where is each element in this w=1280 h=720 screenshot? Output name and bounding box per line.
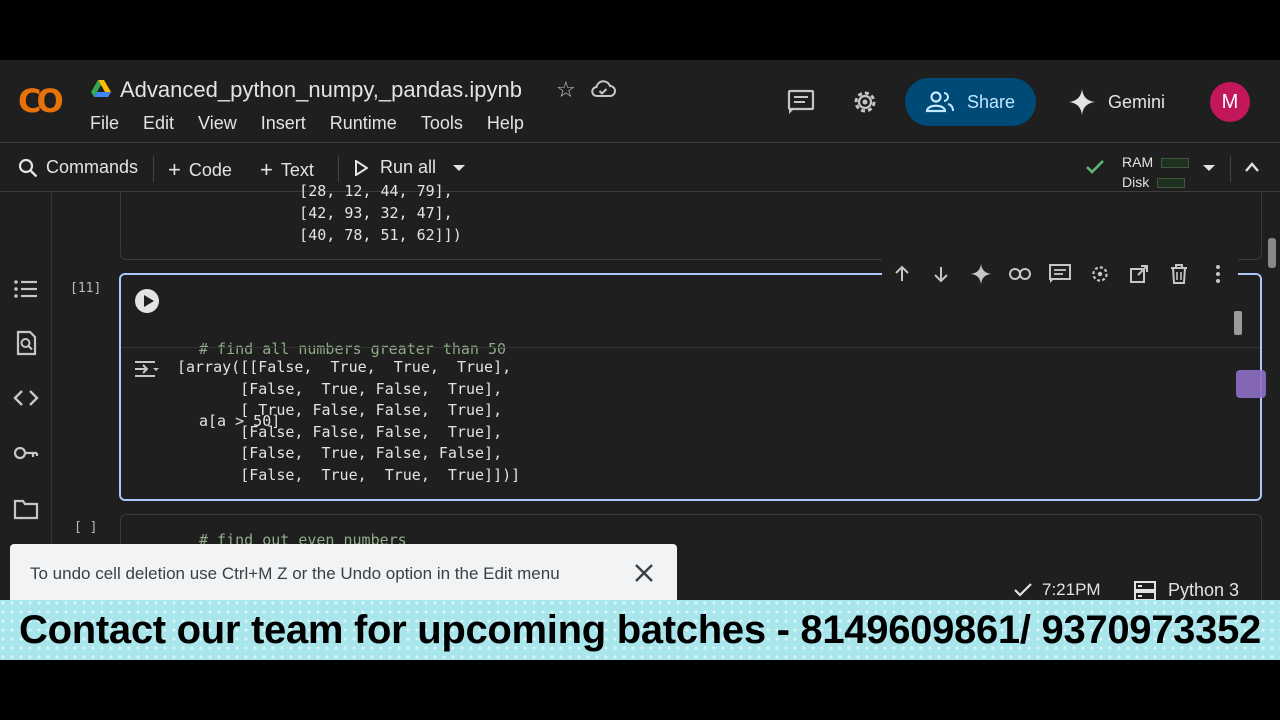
move-up-icon[interactable] (882, 254, 922, 294)
execution-count: [11] (70, 281, 102, 296)
menu-help[interactable]: Help (487, 113, 524, 134)
cell-settings-gear-icon[interactable] (1080, 254, 1120, 294)
run-cell-button[interactable] (135, 289, 159, 313)
left-sidebar (0, 192, 52, 600)
star-icon[interactable]: ☆ (556, 77, 576, 103)
menu-edit[interactable]: Edit (143, 113, 174, 134)
undo-snackbar: To undo cell deletion use Ctrl+M Z or th… (10, 544, 677, 600)
kernel-status[interactable]: Python 3 (1134, 580, 1239, 600)
menu-insert[interactable]: Insert (261, 113, 306, 134)
toolbar-divider (153, 156, 154, 182)
cell-output: [array([[False, True, True, True], [Fals… (177, 358, 521, 484)
toolbar-divider (1230, 156, 1231, 182)
editor-scrollbar[interactable] (1234, 311, 1242, 335)
open-in-tab-icon[interactable] (1119, 254, 1159, 294)
disk-meter (1157, 178, 1186, 189)
move-down-icon[interactable] (922, 254, 962, 294)
menu-bar: File Edit View Insert Runtime Tools Help (90, 113, 548, 134)
add-code-button[interactable]: + Code (168, 157, 232, 183)
page-scrollbar[interactable] (1268, 238, 1276, 268)
video-bottom-letterbox (0, 660, 1280, 720)
banner-text: Contact our team for upcoming batches - … (19, 607, 1261, 652)
plus-icon: + (168, 157, 181, 182)
menu-tools[interactable]: Tools (421, 113, 463, 134)
link-icon[interactable] (1001, 254, 1041, 294)
previous-output-text: [28, 12, 44, 79], [42, 93, 32, 47], [40,… (299, 182, 462, 244)
google-drive-icon (91, 80, 111, 97)
play-icon (355, 159, 368, 176)
run-all-label: Run all (380, 157, 437, 177)
secrets-key-icon[interactable] (13, 440, 39, 466)
gemini-button[interactable]: Gemini (1068, 88, 1165, 116)
output-divider (121, 347, 1260, 348)
commands-label: Commands (46, 157, 139, 177)
more-vert-icon[interactable] (1199, 254, 1239, 294)
files-folder-icon[interactable] (13, 496, 39, 522)
run-all-button[interactable]: Run all (354, 157, 436, 178)
code-cell-active[interactable]: # find all numbers greater than 50 a[a >… (119, 273, 1262, 501)
colab-logo-text: CO (18, 82, 64, 120)
ram-meter (1161, 158, 1190, 169)
gemini-cell-icon[interactable] (961, 254, 1001, 294)
share-button[interactable]: Share (905, 78, 1036, 126)
promo-banner: Contact our team for upcoming batches - … (0, 600, 1280, 660)
gemini-label: Gemini (1108, 91, 1166, 112)
code-snippets-icon[interactable] (13, 385, 39, 411)
search-icon (18, 158, 38, 177)
text-label: Text (280, 159, 314, 180)
video-top-letterbox (0, 0, 1280, 60)
account-avatar[interactable]: M (1210, 82, 1250, 122)
notebook-toolbar: Commands + Code + Text Run all RAM Disk (0, 142, 1280, 192)
menu-runtime[interactable]: Runtime (330, 113, 397, 134)
connected-check-icon (1086, 160, 1104, 174)
people-icon (925, 91, 954, 113)
close-icon[interactable] (632, 561, 656, 585)
server-icon (1134, 580, 1156, 600)
status-time-text: 7:21PM (1042, 580, 1101, 599)
execution-count-empty: [ ] (74, 520, 98, 535)
toolbar-divider (338, 156, 339, 182)
comment-icon[interactable] (1040, 254, 1080, 294)
kernel-label: Python 3 (1168, 580, 1240, 600)
floating-action-icon[interactable] (1236, 370, 1266, 398)
commands-button[interactable]: Commands (18, 157, 138, 178)
delete-trash-icon[interactable] (1159, 254, 1199, 294)
share-label: Share (967, 91, 1016, 112)
code-label: Code (188, 159, 232, 180)
menu-view[interactable]: View (198, 113, 237, 134)
gemini-sparkle-icon (1069, 89, 1095, 115)
menu-file[interactable]: File (90, 113, 119, 134)
colab-app: CO Advanced_python_numpy,_pandas.ipynb ☆… (0, 60, 1280, 600)
resource-monitor[interactable]: RAM Disk (1122, 152, 1190, 192)
disk-label: Disk (1122, 174, 1150, 190)
check-icon (1014, 583, 1032, 597)
run-all-dropdown-icon[interactable] (452, 164, 466, 172)
execution-status[interactable]: 7:21PM (1014, 580, 1101, 600)
snackbar-message: To undo cell deletion use Ctrl+M Z or th… (30, 564, 560, 583)
notebook-title[interactable]: Advanced_python_numpy,_pandas.ipynb (120, 77, 522, 103)
ram-label: RAM (1122, 154, 1154, 170)
colab-logo[interactable]: CO (18, 82, 64, 120)
cloud-saved-icon[interactable] (590, 79, 616, 99)
chevron-up-icon[interactable] (1244, 161, 1260, 173)
settings-gear-icon[interactable] (850, 87, 880, 117)
table-of-contents-icon[interactable] (13, 276, 39, 302)
find-in-notebook-icon[interactable] (13, 330, 39, 356)
output-actions-icon[interactable] (133, 359, 161, 379)
comments-icon[interactable] (786, 87, 816, 117)
cell-toolbar (882, 254, 1238, 294)
previous-cell-output: [28, 12, 44, 79], [42, 93, 32, 47], [40,… (120, 182, 1262, 260)
resources-dropdown-icon[interactable] (1202, 164, 1216, 172)
